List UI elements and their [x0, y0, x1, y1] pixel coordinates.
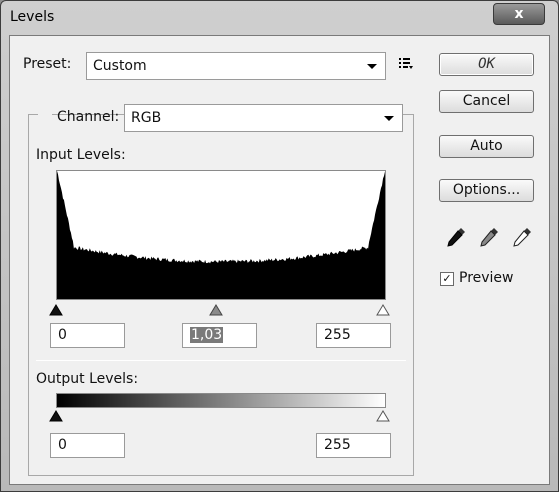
input-white-field[interactable]: 255	[316, 323, 391, 348]
checkmark-icon: ✓	[442, 272, 452, 285]
output-gradient	[56, 393, 386, 408]
histogram	[56, 170, 386, 300]
close-button[interactable]: x	[493, 3, 545, 25]
channel-label: Channel:	[57, 109, 120, 125]
dialog-body: Preset: Custom Channel: RGB Input Levels…	[9, 35, 550, 485]
ok-button[interactable]: OK	[439, 53, 534, 76]
output-levels-label: Output Levels:	[36, 371, 139, 387]
output-white-field[interactable]: 255	[316, 433, 391, 458]
black-eyedropper-icon[interactable]	[444, 225, 468, 249]
output-black-slider[interactable]	[49, 410, 63, 422]
preset-value: Custom	[93, 58, 147, 74]
levels-dialog: Levels x Preset: Custom Channel: RGB Inp…	[0, 0, 559, 492]
cancel-button[interactable]: Cancel	[439, 90, 534, 113]
white-eyedropper-icon[interactable]	[510, 225, 534, 249]
preset-menu-icon[interactable]	[398, 56, 414, 70]
preset-dropdown[interactable]: Custom	[86, 52, 386, 80]
preview-checkbox[interactable]: ✓	[440, 272, 454, 286]
input-gamma-slider[interactable]	[209, 304, 223, 316]
dropdown-arrow-icon	[384, 116, 394, 121]
channel-dropdown[interactable]: RGB	[124, 104, 403, 132]
output-black-field[interactable]: 0	[50, 433, 125, 458]
gray-eyedropper-icon[interactable]	[477, 225, 501, 249]
input-levels-label: Input Levels:	[36, 147, 126, 163]
dropdown-arrow-icon	[367, 64, 377, 69]
input-black-slider[interactable]	[49, 304, 63, 316]
window-title: Levels	[10, 9, 55, 25]
input-gamma-field[interactable]: 1,03	[182, 323, 257, 348]
title-bar[interactable]: Levels x	[1, 1, 558, 35]
close-icon: x	[514, 6, 524, 22]
input-gamma-value: 1,03	[190, 327, 224, 343]
divider	[36, 360, 406, 361]
output-white-slider[interactable]	[376, 410, 390, 422]
auto-button[interactable]: Auto	[439, 135, 534, 158]
preview-label[interactable]: Preview	[459, 270, 514, 286]
options-button[interactable]: Options...	[439, 179, 534, 202]
group-border-gap	[38, 108, 52, 118]
input-black-field[interactable]: 0	[50, 323, 125, 348]
preset-label: Preset:	[23, 56, 72, 72]
input-white-slider[interactable]	[376, 304, 390, 316]
channel-value: RGB	[131, 110, 162, 126]
